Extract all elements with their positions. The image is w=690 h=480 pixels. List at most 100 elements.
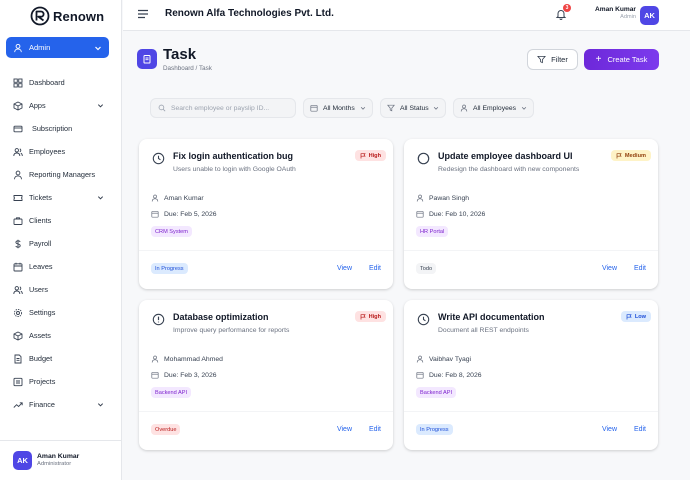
brand-name: Renown	[53, 8, 105, 24]
user-role: Administrator	[37, 461, 72, 468]
status-select[interactable]: All Status	[380, 98, 446, 118]
status-badge: Overdue	[151, 424, 181, 435]
user-icon	[416, 355, 424, 363]
page-title: Task	[163, 46, 197, 63]
edit-task-link[interactable]: Edit	[369, 263, 381, 274]
header-avatar[interactable]: AK	[640, 6, 659, 25]
gear-icon	[13, 308, 23, 317]
priority-badge: Low	[620, 311, 651, 322]
document-icon	[14, 354, 22, 363]
users-icon	[13, 285, 23, 294]
task-description: Redesign the dashboard with new componen…	[438, 166, 580, 173]
employees-select[interactable]: All Employees	[453, 98, 534, 118]
view-task-link[interactable]: View	[602, 424, 617, 435]
sidebar-user-profile[interactable]: AK Aman Kumar Administrator	[0, 440, 122, 480]
search-field[interactable]	[150, 98, 296, 118]
assignee-name: Vaibhav Tyagi	[429, 355, 472, 363]
priority-badge: High	[354, 150, 386, 161]
header-user-info[interactable]: Aman Kumar Admin	[592, 6, 636, 21]
due-date-text: Due: Feb 10, 2026	[429, 210, 486, 218]
view-task-link[interactable]: View	[337, 424, 352, 435]
create-task-button[interactable]: + Create Task	[584, 49, 659, 70]
card-divider	[139, 250, 393, 251]
sidebar-item-tickets[interactable]: Tickets	[0, 186, 122, 209]
user-icon	[151, 194, 159, 202]
notification-badge: 3	[563, 4, 571, 12]
company-name: Renown Alfa Technologies Pvt. Ltd.	[165, 8, 334, 19]
edit-task-link[interactable]: Edit	[369, 424, 381, 435]
users-icon	[13, 147, 23, 156]
chevron-down-icon	[521, 106, 527, 110]
sidebar-item-projects[interactable]: Projects	[0, 370, 122, 393]
priority-label: Low	[634, 313, 646, 320]
task-description: Users unable to login with Google OAuth	[173, 166, 296, 173]
sidebar-item-leaves[interactable]: Leaves	[0, 255, 122, 278]
sidebar-item-label: Leaves	[29, 262, 53, 271]
sidebar-item-settings[interactable]: Settings	[0, 301, 122, 324]
months-select-value: All Months	[323, 104, 355, 112]
months-select[interactable]: All Months	[303, 98, 373, 118]
chevron-down-icon	[97, 403, 104, 407]
clock-icon	[152, 152, 165, 165]
task-title: Update employee dashboard UI	[438, 151, 573, 161]
search-input[interactable]	[170, 104, 295, 112]
sidebar-item-assets[interactable]: Assets	[0, 324, 122, 347]
sidebar-item-employees[interactable]: Employees	[0, 140, 122, 163]
user-icon	[151, 355, 159, 363]
sidebar-item-budget[interactable]: Budget	[0, 347, 122, 370]
view-task-link[interactable]: View	[337, 263, 352, 274]
sidebar-item-label: Finance	[29, 400, 55, 409]
project-tag: CRM System	[151, 226, 192, 237]
assignee-name: Pawan Singh	[429, 194, 470, 202]
task-description: Improve query performance for reports	[173, 327, 290, 334]
sidebar-item-payroll[interactable]: Payroll	[0, 232, 122, 255]
task-card[interactable]: Database optimization Improve query perf…	[139, 300, 393, 450]
sidebar-item-label: Users	[29, 285, 49, 294]
sidebar-item-apps[interactable]: Apps	[0, 94, 122, 117]
role-switcher-button[interactable]: Admin	[6, 37, 109, 58]
sidebar-nav: Dashboard Apps Subscription Employees Re…	[0, 71, 122, 416]
due-date-text: Due: Feb 8, 2026	[429, 371, 482, 379]
hamburger-menu-icon[interactable]	[137, 8, 149, 20]
edit-task-link[interactable]: Edit	[634, 263, 646, 274]
sidebar-item-dashboard[interactable]: Dashboard	[0, 71, 122, 94]
sidebar-item-label: Subscription	[32, 124, 73, 133]
trend-icon	[13, 401, 23, 408]
status-badge: In Progress	[151, 263, 188, 274]
edit-task-link[interactable]: Edit	[634, 424, 646, 435]
due-date-text: Due: Feb 5, 2026	[164, 210, 217, 218]
sidebar-item-reporting-managers[interactable]: Reporting Managers	[0, 163, 122, 186]
sidebar-item-users[interactable]: Users	[0, 278, 122, 301]
chevron-down-icon	[433, 106, 439, 110]
project-tag: HR Portal	[416, 226, 449, 237]
task-due-date: Due: Feb 8, 2026	[416, 371, 482, 379]
filter-icon	[387, 104, 395, 112]
circle-icon	[417, 152, 430, 165]
sidebar-item-label: Projects	[29, 377, 56, 386]
calendar-icon	[416, 211, 424, 218]
avatar: AK	[13, 451, 32, 470]
chevron-down-icon	[95, 46, 101, 50]
sidebar-item-label: Apps	[29, 101, 46, 110]
sidebar-item-clients[interactable]: Clients	[0, 209, 122, 232]
header-user-name: Aman Kumar	[594, 6, 636, 13]
task-card[interactable]: Fix login authentication bug Users unabl…	[139, 139, 393, 289]
task-description: Document all REST endpoints	[438, 327, 529, 334]
view-task-link[interactable]: View	[602, 263, 617, 274]
sidebar-item-subscription[interactable]: Subscription	[0, 117, 122, 140]
sidebar-item-label: Dashboard	[29, 78, 65, 87]
top-header: Renown Alfa Technologies Pvt. Ltd. 3 Ama…	[123, 0, 690, 31]
flag-icon	[616, 152, 622, 158]
filter-button[interactable]: Filter	[527, 49, 578, 70]
sidebar-item-finance[interactable]: Finance	[0, 393, 122, 416]
role-label: Admin	[29, 43, 51, 52]
task-title: Fix login authentication bug	[173, 151, 293, 161]
brand-logo[interactable]: Renown	[30, 6, 104, 26]
folder-icon	[13, 377, 23, 386]
task-card[interactable]: Write API documentation Document all RES…	[404, 300, 658, 450]
task-card[interactable]: Update employee dashboard UI Redesign th…	[404, 139, 658, 289]
card-divider	[404, 411, 658, 412]
user-shield-icon	[14, 43, 22, 52]
assignee-name: Aman Kumar	[164, 194, 204, 202]
clipboard-icon	[143, 55, 151, 64]
